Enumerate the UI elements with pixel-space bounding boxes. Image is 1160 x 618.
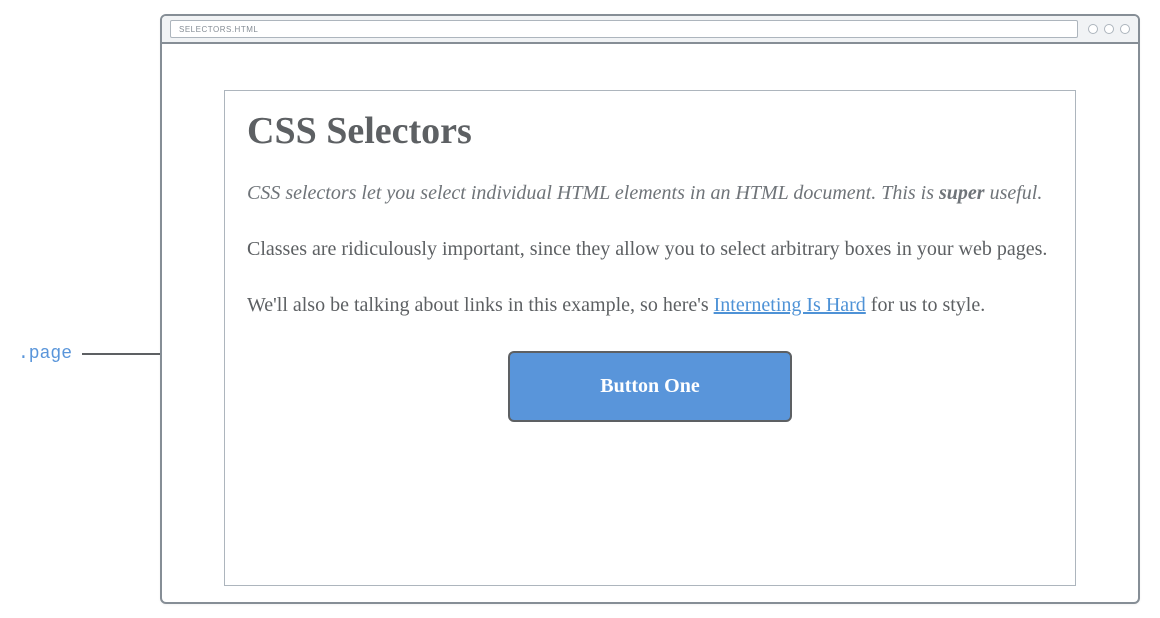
window-control-dot[interactable] <box>1088 24 1098 34</box>
annotation-label: .page <box>18 344 72 364</box>
para3-prefix: We'll also be talking about links in thi… <box>247 294 714 316</box>
url-field[interactable]: SELECTORS.HTML <box>170 20 1078 38</box>
page-container: CSS Selectors CSS selectors let you sele… <box>224 90 1076 586</box>
window-control-dot[interactable] <box>1104 24 1114 34</box>
button-row: Button One <box>247 351 1053 422</box>
browser-frame: SELECTORS.HTML CSS Selectors CSS selecto… <box>160 14 1140 604</box>
interneting-link[interactable]: Interneting Is Hard <box>714 294 866 316</box>
annotation-pointer-line <box>82 353 160 355</box>
page-title: CSS Selectors <box>247 109 1053 153</box>
intro-paragraph: CSS selectors let you select individual … <box>247 179 1053 207</box>
body-paragraph-1: Classes are ridiculously important, sinc… <box>247 235 1053 263</box>
browser-url-bar: SELECTORS.HTML <box>162 16 1138 44</box>
intro-strong: super <box>939 182 985 204</box>
browser-viewport: CSS Selectors CSS selectors let you sele… <box>162 44 1138 586</box>
page-class-annotation: .page <box>18 344 160 364</box>
intro-text-prefix: CSS selectors let you select individual … <box>247 182 939 204</box>
body-paragraph-2: We'll also be talking about links in thi… <box>247 291 1053 319</box>
window-control-dot[interactable] <box>1120 24 1130 34</box>
button-one[interactable]: Button One <box>508 351 791 422</box>
url-text: SELECTORS.HTML <box>179 25 258 34</box>
browser-window: SELECTORS.HTML CSS Selectors CSS selecto… <box>160 14 1140 604</box>
window-controls <box>1088 24 1130 34</box>
para3-suffix: for us to style. <box>866 294 985 316</box>
intro-text-suffix: useful. <box>985 182 1043 204</box>
